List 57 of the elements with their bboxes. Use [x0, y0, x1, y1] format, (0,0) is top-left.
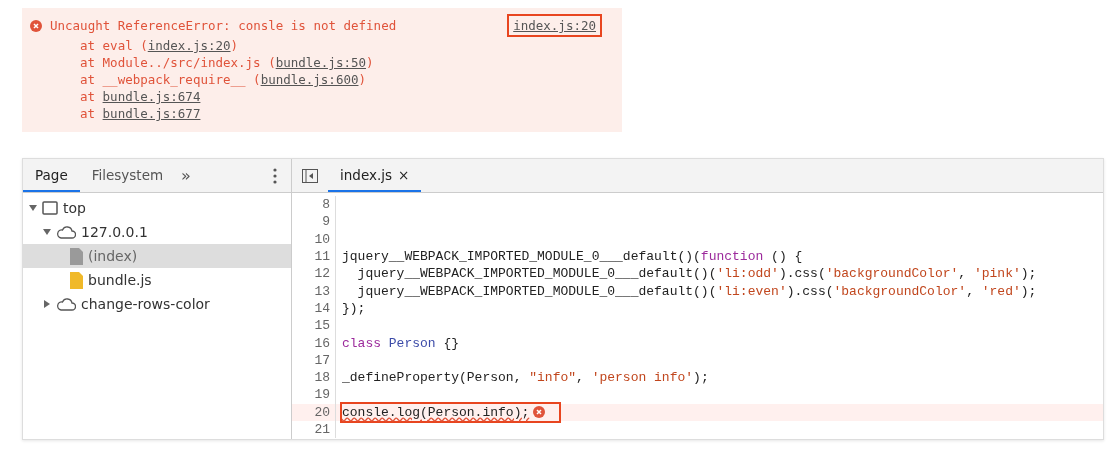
stack-link[interactable]: bundle.js:674 [102, 88, 201, 105]
stack-link[interactable]: bundle.js:50 [275, 54, 366, 71]
source-link[interactable]: index.js:20 [507, 14, 602, 37]
close-icon[interactable]: × [398, 166, 410, 183]
line-number: 12 [292, 265, 336, 283]
line-number: 9 [292, 213, 336, 231]
line-number: 18 [292, 368, 336, 387]
line-number: 11 [292, 247, 336, 266]
panel-tab[interactable]: Page [23, 159, 80, 192]
tree-item[interactable]: (index) [23, 244, 291, 268]
code-line: jquery__WEBPACK_IMPORTED_MODULE_0___default()('li:even').css('backgroundColor', 'red'); [356, 282, 1037, 300]
tree-item[interactable]: top [23, 196, 291, 220]
stack-text: ) [366, 54, 374, 71]
stack-text: ) [358, 71, 366, 88]
collapsed-triangle-icon[interactable] [43, 300, 51, 308]
menu-icon[interactable] [273, 167, 277, 184]
stack-link[interactable]: bundle.js:677 [102, 105, 201, 122]
code-line: jquery__WEBPACK_IMPORTED_MODULE_0___default()(function () { [342, 248, 803, 266]
stack-text: at eval ( [80, 37, 148, 54]
tree-item[interactable]: change-rows-color [23, 292, 291, 316]
stack-text: at Module../src/index.js ( [80, 54, 276, 71]
file-icon [70, 247, 83, 265]
stack-text: at [80, 105, 97, 122]
error-message: Uncaught ReferenceError: consle is not defined [50, 17, 398, 34]
frame-icon [42, 201, 58, 215]
stack-link[interactable]: bundle.js:600 [260, 71, 359, 88]
line-number: 17 [292, 351, 336, 369]
panel-tab[interactable]: Filesystem [79, 159, 176, 192]
error-icon [30, 19, 42, 32]
code-line: _defineProperty(Person, "info", 'person info'); [342, 369, 709, 387]
line-number: 10 [292, 230, 336, 248]
stack-text: at [80, 88, 97, 105]
line-number: 20 [292, 403, 336, 421]
file-icon [70, 271, 83, 289]
line-number: 15 [292, 317, 336, 335]
cloud-icon [56, 297, 76, 311]
stack-text: at __webpack_require__ ( [80, 71, 261, 88]
stack-text: ) [230, 37, 239, 54]
tree-item[interactable]: bundle.js [23, 268, 291, 292]
expanded-triangle-icon[interactable] [43, 228, 51, 236]
line-number: 21 [292, 420, 336, 439]
expanded-triangle-icon[interactable] [29, 204, 37, 212]
code-line: jquery__WEBPACK_IMPORTED_MODULE_0___default()('li:odd').css('backgroundColor', 'pink'); [356, 265, 1037, 283]
line-number: 19 [292, 386, 336, 404]
cloud-icon [56, 225, 76, 239]
error-icon [533, 406, 546, 419]
code-line: }); [342, 299, 366, 317]
tree-item[interactable]: 127.0.0.1 [23, 220, 291, 244]
more-tabs-button[interactable]: » [175, 159, 197, 192]
line-number: 8 [292, 196, 336, 214]
stack-link[interactable]: index.js:20 [147, 37, 231, 54]
line-number: 16 [292, 334, 336, 352]
toggle-sidebar-icon[interactable] [302, 168, 318, 183]
line-number: 13 [292, 282, 336, 300]
line-number: 14 [292, 299, 336, 318]
file-tab[interactable]: index.js × [328, 159, 422, 192]
code-line: class Person {} [342, 334, 460, 352]
